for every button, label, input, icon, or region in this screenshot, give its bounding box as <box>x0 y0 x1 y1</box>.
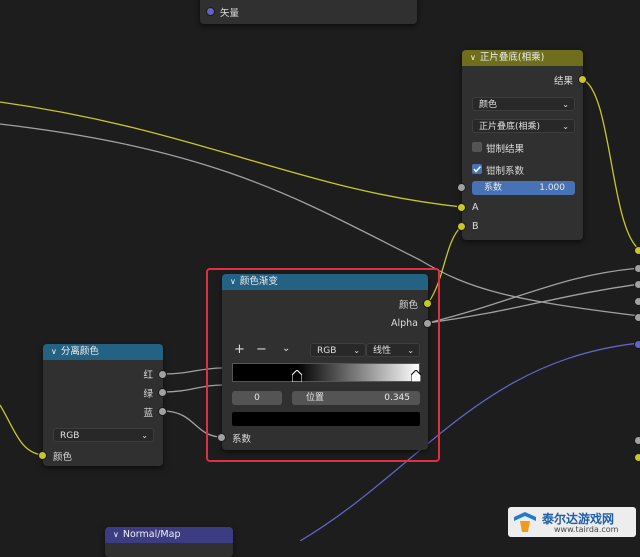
input-a-label: A <box>472 202 479 213</box>
chevron-down-icon: ⌄ <box>562 100 569 109</box>
chevron-down-icon[interactable]: ∨ <box>470 50 476 66</box>
clamp-factor-label: 钳制系数 <box>486 166 525 177</box>
wire-alpha-out-1 <box>427 267 640 324</box>
checkmark-icon <box>473 165 482 173</box>
offscreen-socket[interactable] <box>634 264 640 273</box>
separate-color-header[interactable]: ∨ 分离颜色 <box>43 344 163 360</box>
data-type-dropdown[interactable]: 颜色 ⌄ <box>472 97 575 111</box>
red-output-socket[interactable] <box>158 370 167 379</box>
offscreen-socket[interactable] <box>634 436 640 445</box>
factor-value: 1.000 <box>539 183 565 193</box>
offscreen-socket[interactable] <box>634 246 640 255</box>
factor-label: 系数 <box>484 183 503 193</box>
offscreen-socket[interactable] <box>634 313 640 322</box>
separate-mode-value: RGB <box>60 431 80 441</box>
multiply-result-label: 结果 <box>553 76 573 87</box>
factor-input-socket[interactable] <box>457 183 466 192</box>
multiply-node-title: 正片叠底(相乘) <box>479 52 545 63</box>
blend-mode-value: 正片叠底(相乘) <box>479 122 541 132</box>
input-a-socket[interactable] <box>457 203 466 212</box>
wire-yellow-long <box>0 101 463 208</box>
highlight-box <box>206 268 440 462</box>
offscreen-socket[interactable] <box>634 453 640 462</box>
offscreen-socket[interactable] <box>634 340 640 349</box>
blend-mode-dropdown[interactable]: 正片叠底(相乘) ⌄ <box>472 119 575 133</box>
data-type-value: 颜色 <box>479 100 498 110</box>
clamp-factor-checkbox[interactable] <box>472 164 482 174</box>
separate-color-title: 分离颜色 <box>60 346 99 357</box>
chevron-down-icon[interactable]: ∨ <box>51 344 57 360</box>
offscreen-socket[interactable] <box>634 297 640 306</box>
vector-output-socket[interactable] <box>206 7 215 16</box>
wire-multiply-out <box>581 78 640 251</box>
multiply-node[interactable]: ∨ 正片叠底(相乘) 结果 颜色 ⌄ 正片叠底(相乘) ⌄ 钳制结果 钳制系数 系数 … <box>457 50 587 240</box>
blue-output-label: 蓝 <box>143 408 153 419</box>
red-output-label: 红 <box>143 370 153 381</box>
watermark-url: www.tairda.com <box>554 525 619 534</box>
input-b-label: B <box>472 221 479 232</box>
wire-yellow-left <box>0 404 43 456</box>
offscreen-socket[interactable] <box>634 280 640 289</box>
input-b-socket[interactable] <box>457 222 466 231</box>
multiply-node-header[interactable]: ∨ 正片叠底(相乘) <box>462 50 583 66</box>
separate-color-node[interactable]: ∨ 分离颜色 红 绿 蓝 RGB ⌄ 颜色 <box>38 344 167 466</box>
vector-node[interactable]: 矢量 <box>200 0 417 24</box>
normal-map-node[interactable]: ∨ Normal/Map <box>105 527 233 557</box>
wire-alpha-out-2 <box>427 283 640 324</box>
separate-mode-dropdown[interactable]: RGB ⌄ <box>53 428 154 442</box>
blue-output-socket[interactable] <box>158 407 167 416</box>
chevron-down-icon: ⌄ <box>562 122 569 131</box>
factor-field[interactable]: 系数 1.000 <box>472 181 575 195</box>
separate-color-input-label: 颜色 <box>53 452 73 463</box>
logo-icon <box>514 512 536 532</box>
chevron-down-icon: ⌄ <box>141 431 148 440</box>
clamp-result-checkbox[interactable] <box>472 142 482 152</box>
green-output-label: 绿 <box>143 389 153 400</box>
separate-color-input-socket[interactable] <box>38 451 47 460</box>
watermark-badge: 泰尔达游戏网 www.tairda.com <box>508 507 636 537</box>
clamp-result-label: 钳制结果 <box>486 144 525 155</box>
green-output-socket[interactable] <box>158 388 167 397</box>
vector-output-label: 矢量 <box>220 8 240 19</box>
multiply-result-socket[interactable] <box>578 75 587 84</box>
normal-map-title: Normal/Map <box>122 529 181 540</box>
